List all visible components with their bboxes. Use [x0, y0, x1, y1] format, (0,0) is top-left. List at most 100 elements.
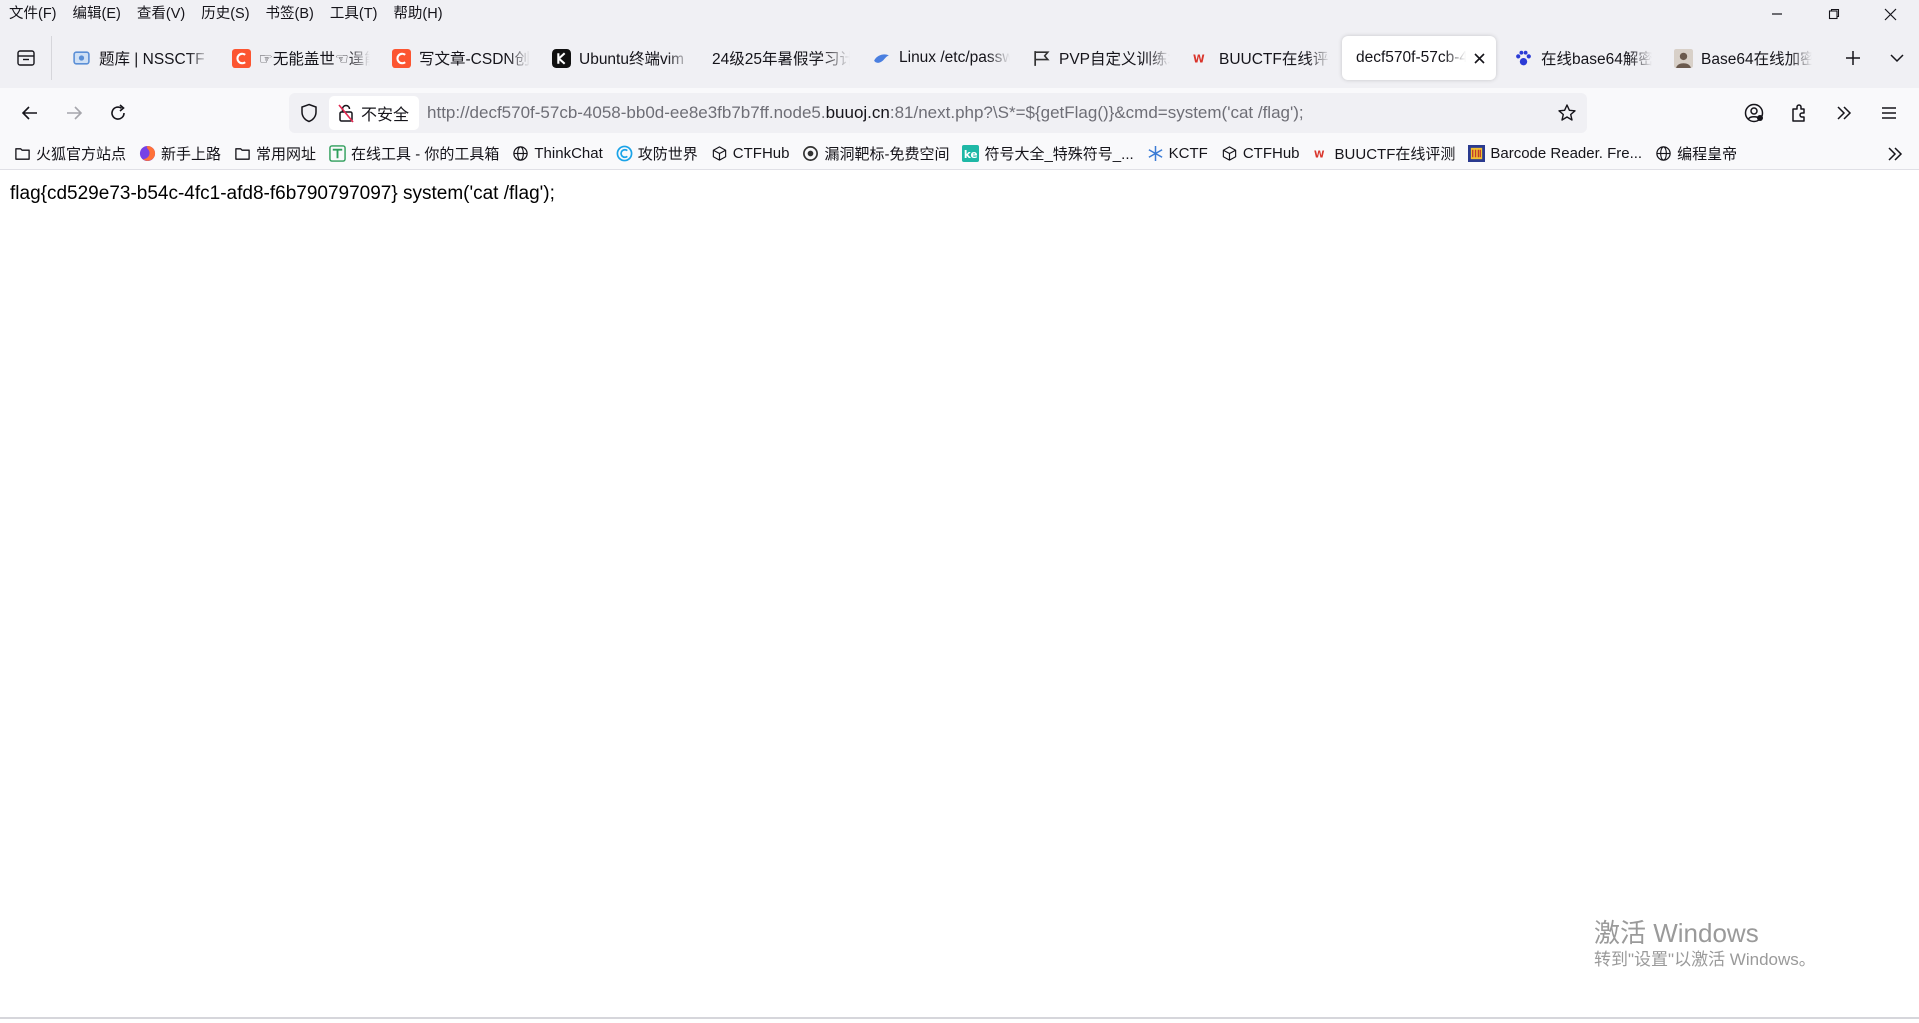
- nssctf-icon: [72, 49, 91, 68]
- paw-icon: [1514, 49, 1533, 68]
- account-button[interactable]: [1731, 93, 1776, 133]
- new-tab-button[interactable]: [1831, 36, 1875, 80]
- window-controls: [1748, 0, 1919, 28]
- bookmarks-list: 火狐官方站点 新手上路 常用网址 在线工具 - 你的工具箱 ThinkChat 攻防世界 C…: [14, 143, 1750, 164]
- tab-title: decf570f-57cb-4058: [1356, 49, 1466, 66]
- folder-icon: [14, 145, 31, 162]
- tab-title: 24级25年暑假学习计划: [712, 51, 850, 68]
- bookmark-item[interactable]: Barcode Reader. Fre...: [1468, 145, 1642, 162]
- ke-icon: ke: [962, 145, 980, 162]
- tab-title: Base64在线加密: [1701, 51, 1812, 68]
- extensions-button[interactable]: [1776, 93, 1821, 133]
- close-tab-icon[interactable]: [1470, 49, 1488, 67]
- hamburger-menu-icon: [1881, 107, 1896, 119]
- insecure-connection-badge[interactable]: 不安全: [329, 96, 420, 130]
- tab[interactable]: Ubuntu终端vim: [538, 36, 698, 80]
- bookmark-item[interactable]: ke 符号大全_特殊符号_...: [962, 143, 1134, 164]
- tab-title: 写文章-CSDN创作: [419, 51, 530, 68]
- close-icon: [1884, 8, 1897, 20]
- bookmark-item[interactable]: W BUUCTF在线评测: [1313, 143, 1455, 164]
- bookmark-item[interactable]: 新手上路: [139, 143, 221, 164]
- snowflake-icon: [1147, 145, 1164, 162]
- csdn-icon: [392, 48, 411, 68]
- reload-button[interactable]: [96, 93, 140, 133]
- more-tools-button[interactable]: [1821, 93, 1866, 133]
- bookmark-item[interactable]: 常用网址: [234, 143, 316, 164]
- app-menu-button[interactable]: [1866, 93, 1911, 133]
- tab-strip: 题库 | NSSCTF ☞无能盖世☜逞能 写文章-CSDN创作 Ubuntu终端vim…: [58, 36, 1820, 80]
- bookmark-label: 火狐官方站点: [36, 146, 127, 163]
- insecure-label: 不安全: [361, 107, 410, 124]
- star-icon: [1558, 104, 1576, 121]
- menu-item[interactable]: 文件(F): [0, 0, 64, 28]
- bookmark-label: ThinkChat: [534, 145, 603, 162]
- tab[interactable]: 题库 | NSSCTF: [58, 36, 218, 80]
- globe-icon: [512, 145, 529, 162]
- arrow-right-icon: [67, 106, 83, 120]
- bookmark-label: Barcode Reader. Fre...: [1490, 145, 1643, 162]
- menu-item[interactable]: 书签(B): [257, 0, 321, 28]
- bookmark-label: 在线工具 - 你的工具箱: [351, 146, 500, 163]
- globe-icon: [1655, 145, 1672, 162]
- tracking-protection-button[interactable]: [289, 93, 329, 133]
- bookmark-item[interactable]: 漏洞靶标-免费空间: [802, 143, 949, 164]
- bookmark-item[interactable]: CTFHub: [711, 145, 789, 162]
- firefox-view-button[interactable]: [0, 36, 52, 80]
- bookmark-item[interactable]: 在线工具 - 你的工具箱: [329, 143, 499, 164]
- bookmark-label: CTFHub: [1242, 145, 1300, 162]
- shield-icon: [301, 103, 317, 123]
- bookmark-item[interactable]: ThinkChat: [512, 145, 603, 162]
- bookmark-label: 新手上路: [161, 146, 222, 163]
- chevron-down-icon: [1890, 54, 1904, 63]
- minimize-button[interactable]: [1748, 0, 1805, 28]
- tab[interactable]: Linux /etc/passwd: [858, 36, 1018, 80]
- menu-item[interactable]: 工具(T): [321, 0, 385, 28]
- tab[interactable]: W BUUCTF在线评测: [1178, 36, 1338, 80]
- menu-item[interactable]: 帮助(H): [384, 0, 449, 28]
- reload-icon: [111, 104, 125, 120]
- tab[interactable]: ☞无能盖世☜逞能: [218, 36, 378, 80]
- tab[interactable]: PVP自定义训练场: [1018, 36, 1178, 80]
- svg-text:ke: ke: [964, 149, 978, 161]
- swirl-icon: [802, 145, 819, 162]
- bookmark-label: 常用网址: [256, 146, 317, 163]
- url-host: buuoj.cn: [825, 103, 890, 122]
- url-text[interactable]: http://decf570f-57cb-4058-bb0d-ee8e3fb7b…: [427, 103, 1547, 123]
- bookmarks-overflow-button[interactable]: [1883, 142, 1907, 166]
- bookmark-label: KCTF: [1168, 145, 1208, 162]
- double-chevron-right-icon: [1836, 106, 1851, 120]
- menu-bar: 文件(F) 编辑(E) 查看(V) 历史(S) 书签(B) 工具(T) 帮助(H): [0, 0, 1919, 28]
- menu-item[interactable]: 历史(S): [192, 0, 256, 28]
- restore-icon: [1828, 8, 1839, 20]
- tab[interactable]: 24级25年暑假学习计划: [698, 36, 858, 80]
- page-output-text: flag{cd529e73-b54c-4fc1-afd8-f6b79079709…: [10, 183, 555, 204]
- tabbar-actions: [1831, 36, 1919, 80]
- tab-title: PVP自定义训练场: [1059, 51, 1170, 68]
- url-bar[interactable]: 不安全 http://decf570f-57cb-4058-bb0d-ee8e3…: [289, 93, 1587, 133]
- tab-title: Linux /etc/passwd: [899, 49, 1010, 66]
- bookmark-item[interactable]: 攻防世界: [616, 143, 698, 164]
- csdn-icon: [232, 48, 251, 68]
- double-chevron-right-icon: [1888, 147, 1903, 161]
- bookmark-item[interactable]: CTFHub: [1221, 145, 1300, 162]
- list-all-tabs-button[interactable]: [1875, 36, 1919, 80]
- tab[interactable]: 写文章-CSDN创作: [378, 36, 538, 80]
- bookmark-item[interactable]: KCTF: [1147, 145, 1208, 162]
- buuctf-icon: W: [1313, 145, 1330, 162]
- tab-active[interactable]: decf570f-57cb-4058: [1342, 36, 1496, 80]
- close-window-button[interactable]: [1862, 0, 1919, 28]
- bookmark-star-button[interactable]: [1547, 93, 1587, 133]
- folder-icon: [234, 145, 251, 162]
- forward-button[interactable]: [52, 93, 96, 133]
- bookmark-item[interactable]: 编程皇帝: [1655, 143, 1737, 164]
- menu-item[interactable]: 编辑(E): [64, 0, 128, 28]
- restore-button[interactable]: [1805, 0, 1862, 28]
- bookmark-item[interactable]: 火狐官方站点: [14, 143, 126, 164]
- plus-icon: [1846, 51, 1860, 65]
- menu-item[interactable]: 查看(V): [128, 0, 192, 28]
- url-suffix: :81/next.php?\S*=${getFlag()}&cmd=system…: [889, 103, 1304, 122]
- back-button[interactable]: [8, 93, 52, 133]
- tab[interactable]: 在线base64解密: [1500, 36, 1660, 80]
- tab-title: Ubuntu终端vim: [579, 51, 685, 68]
- tab[interactable]: Base64在线加密: [1660, 36, 1820, 80]
